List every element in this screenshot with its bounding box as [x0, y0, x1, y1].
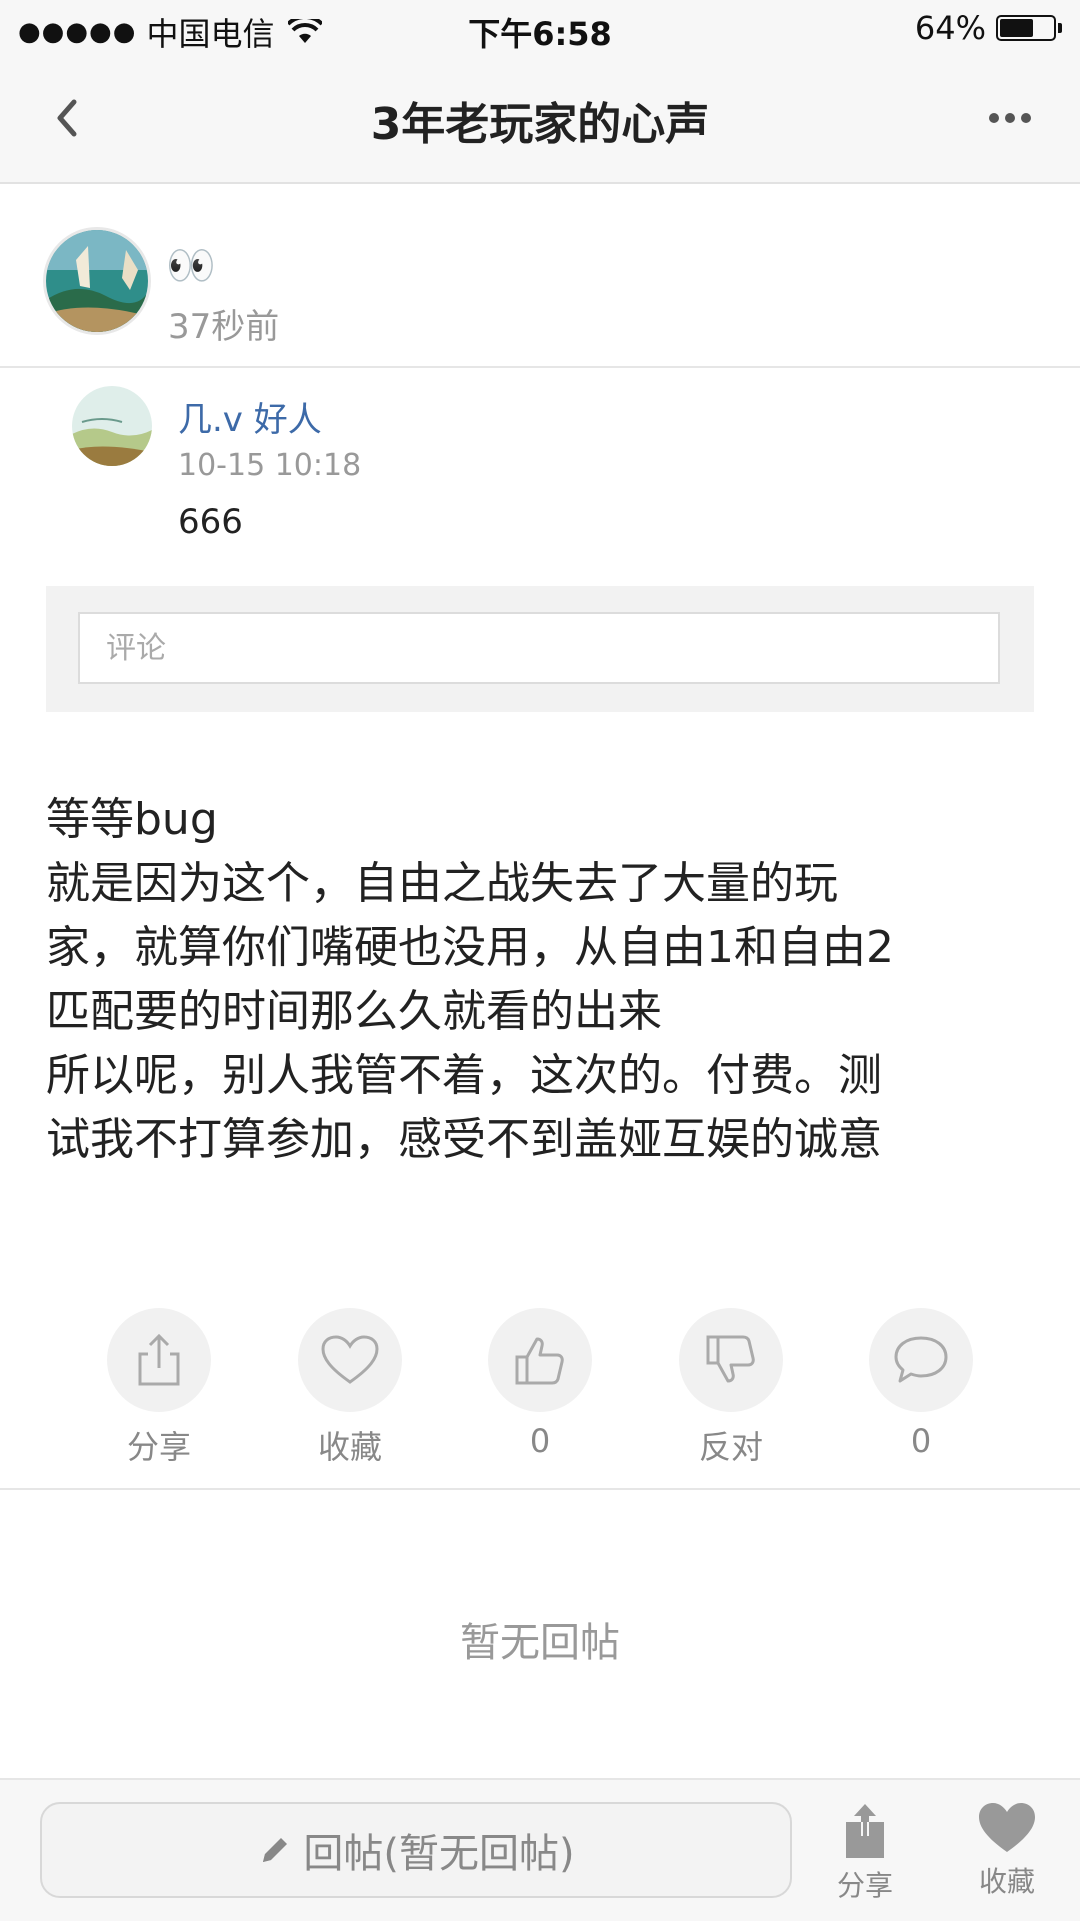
battery-fill: [1000, 19, 1033, 37]
share-bottom-button[interactable]: 分享: [810, 1800, 920, 1904]
share-action-button[interactable]: 分享: [64, 1308, 254, 1468]
favorite-bottom-button[interactable]: 收藏: [952, 1800, 1062, 1900]
favorite-bottom-label: 收藏: [978, 1865, 1035, 1898]
thumbs-up-icon: [515, 1337, 564, 1385]
post-author: 👀 37秒前: [0, 184, 1080, 368]
battery-icon: [996, 15, 1056, 41]
like-count: 0: [529, 1422, 551, 1460]
comment-item: 几.v 好人 10-15 10:18 666: [0, 368, 1080, 578]
reply-button[interactable]: 回帖(暂无回帖): [40, 1802, 792, 1898]
comment-text: 666: [178, 502, 243, 542]
commenter-name[interactable]: 几.v 好人: [178, 392, 322, 441]
comment-input-area: [46, 586, 1034, 712]
comment-circle: [869, 1308, 973, 1412]
share-bottom-label: 分享: [836, 1869, 893, 1902]
comment-input[interactable]: [78, 612, 1000, 684]
reply-label: 回帖(暂无回帖): [303, 1831, 575, 1877]
oppose-action-button[interactable]: 反对: [636, 1308, 826, 1468]
post-body: 等等bug 就是因为这个，自由之战失去了大量的玩 家，就算你们嘴硬也没用，从自由…: [46, 794, 894, 1165]
favorite-action-button[interactable]: 收藏: [255, 1308, 445, 1468]
share-filled-icon: [846, 1804, 884, 1858]
share-circle: [107, 1308, 211, 1412]
nav-bar: 3年老玩家的心声: [0, 58, 1080, 184]
share-icon: [138, 1333, 180, 1386]
like-action-button[interactable]: 0: [445, 1308, 635, 1460]
status-right: 64%: [915, 9, 1062, 47]
empty-replies-text: 暂无回帖: [460, 1620, 620, 1666]
favorite-circle: [298, 1308, 402, 1412]
post-actions: 分享 收藏 0 反对 0: [0, 1308, 1080, 1490]
bottom-bar: 回帖(暂无回帖) 分享 收藏: [0, 1778, 1080, 1921]
author-avatar[interactable]: [46, 230, 148, 332]
post-time: 37秒前: [168, 307, 280, 347]
comment-count: 0: [910, 1422, 932, 1460]
pencil-icon: [263, 1838, 288, 1862]
avatar-image: [72, 386, 152, 466]
favorite-label: 收藏: [317, 1428, 382, 1466]
speech-bubble-icon: [894, 1336, 948, 1383]
thumbs-down-icon: [706, 1335, 755, 1383]
oppose-circle: [679, 1308, 783, 1412]
battery-percent: 64%: [914, 9, 986, 47]
comment-time: 10-15 10:18: [178, 448, 362, 483]
more-dots-icon: [989, 113, 1031, 123]
share-label: 分享: [126, 1428, 191, 1466]
comment-action-button[interactable]: 0: [826, 1308, 1016, 1460]
commenter-avatar[interactable]: [72, 386, 152, 466]
heart-filled-icon: [979, 1803, 1035, 1852]
oppose-label: 反对: [698, 1428, 763, 1466]
status-bar: ●●●●● 中国电信 下午6:58 64%: [0, 0, 1080, 58]
avatar-image: [46, 230, 148, 332]
like-circle: [488, 1308, 592, 1412]
author-name: 👀: [166, 243, 216, 289]
more-button[interactable]: [980, 88, 1040, 148]
heart-icon: [321, 1335, 379, 1384]
page-title: 3年老玩家的心声: [370, 99, 710, 150]
battery-tip: [1058, 23, 1062, 33]
